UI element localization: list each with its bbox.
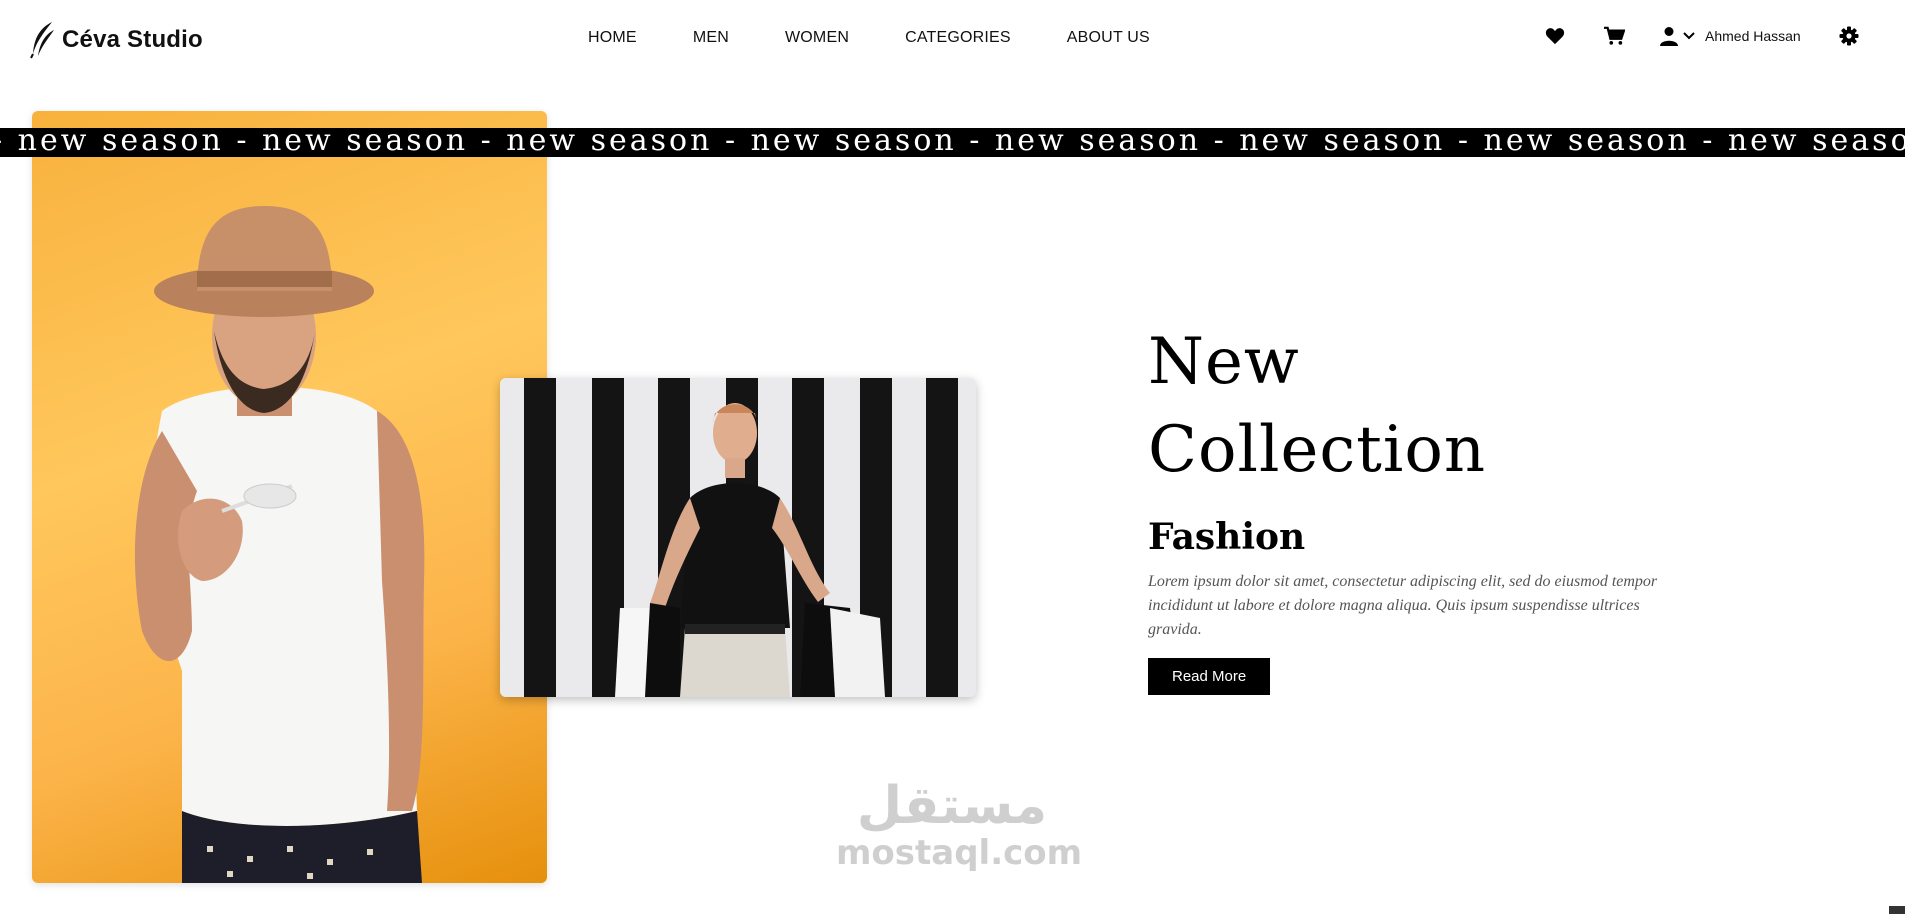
heart-icon[interactable] <box>1545 27 1565 45</box>
read-more-button[interactable]: Read More <box>1148 658 1271 695</box>
hero-title-line1: New <box>1148 325 1300 399</box>
hero-image-main <box>32 111 547 883</box>
new-season-marquee: - new season - new season - new season -… <box>0 128 1905 157</box>
hero-image-secondary <box>500 378 976 697</box>
marquee-text: - new season - new season - new season -… <box>0 128 1905 157</box>
feather-logo-icon <box>30 22 54 59</box>
hero-text-block: New Collection Fashion Lorem ipsum dolor… <box>1148 330 1668 695</box>
nav-home[interactable]: HOME <box>588 29 637 47</box>
mostaql-watermark: مستقل mostaql.com <box>836 776 1083 873</box>
user-icon <box>1660 27 1678 46</box>
nav-about-us[interactable]: ABOUT US <box>1067 29 1150 47</box>
hero-subtitle: Fashion <box>1148 516 1306 558</box>
watermark-latin: mostaql.com <box>836 833 1083 873</box>
man-with-shopping-bags-illustration <box>500 378 976 697</box>
nav-categories[interactable]: CATEGORIES <box>905 29 1011 47</box>
gear-icon[interactable] <box>1839 26 1859 46</box>
corner-scroll-mark <box>1889 906 1905 914</box>
watermark-arabic: مستقل <box>856 776 1048 836</box>
user-name: Ahmed Hassan <box>1705 28 1801 44</box>
main-nav: HOME MEN WOMEN CATEGORIES ABOUT US <box>588 29 1150 47</box>
man-with-hat-illustration <box>134 206 425 883</box>
brand-name: Céva Studio <box>62 26 203 53</box>
hero-title-line2: Collection <box>1148 413 1487 487</box>
user-menu[interactable]: Ahmed Hassan <box>1659 26 1801 46</box>
nav-men[interactable]: MEN <box>693 29 729 47</box>
chevron-down-icon <box>1683 32 1695 40</box>
cart-icon[interactable] <box>1603 26 1625 46</box>
nav-women[interactable]: WOMEN <box>785 29 849 47</box>
brand-logo[interactable]: Céva Studio <box>30 20 203 60</box>
header-actions: Ahmed Hassan <box>1545 26 1859 46</box>
hero-description: Lorem ipsum dolor sit amet, consectetur … <box>1148 573 1658 638</box>
